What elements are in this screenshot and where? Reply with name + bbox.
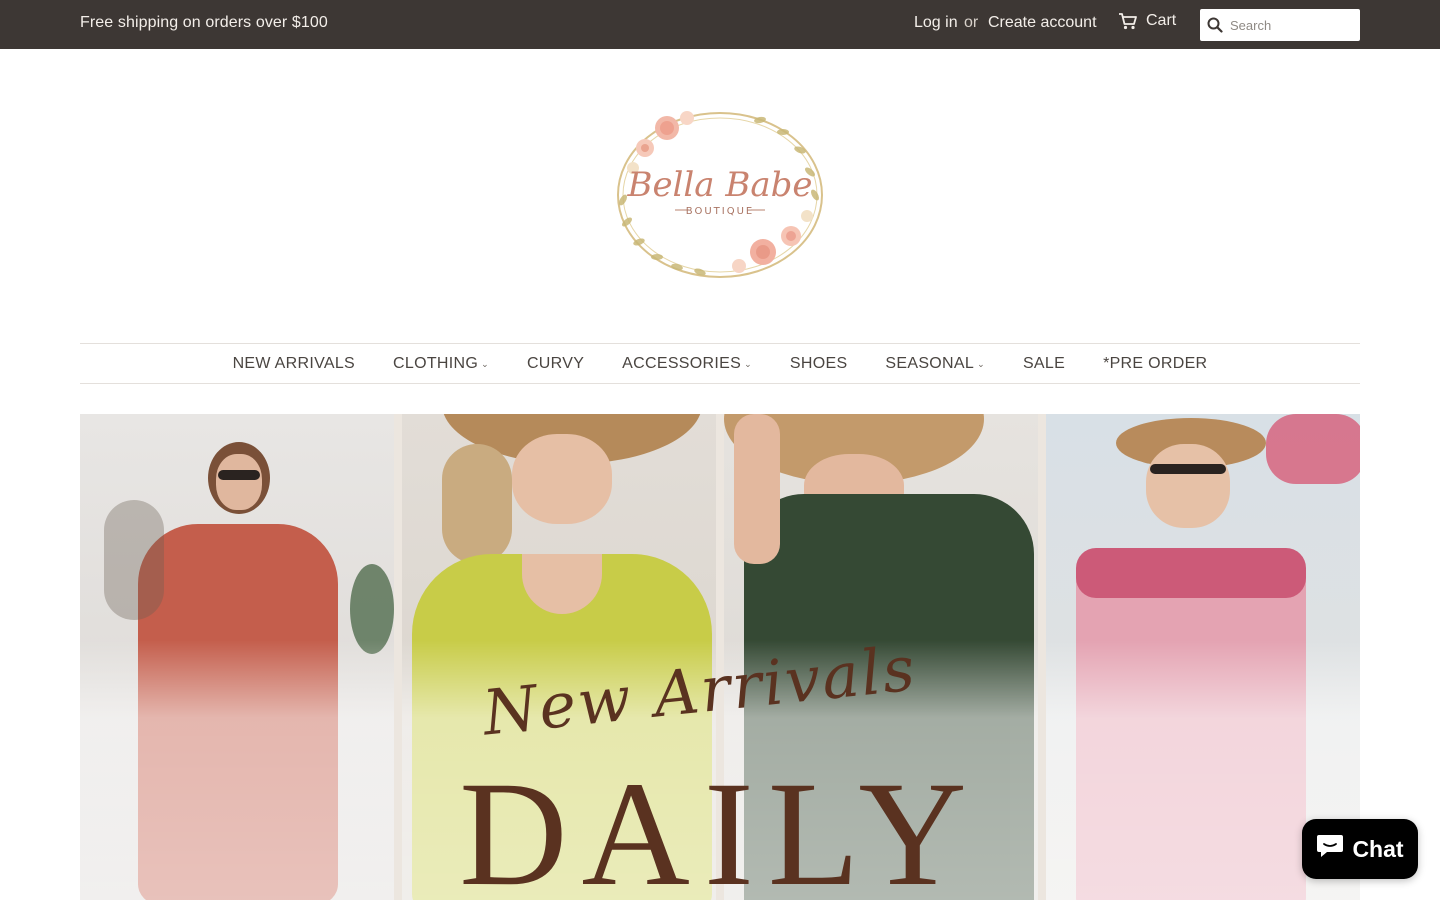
cart-label: Cart (1146, 12, 1177, 29)
cart-link[interactable]: Cart (1118, 12, 1176, 30)
chevron-down-icon: ⌄ (481, 359, 489, 369)
nav-item-label: SHOES (789, 354, 848, 372)
chevron-down-icon: ⌄ (977, 359, 985, 369)
search-form (1200, 9, 1360, 41)
search-icon[interactable] (1200, 9, 1230, 41)
login-link[interactable]: Log in (914, 14, 958, 32)
chat-bubble-icon (1316, 833, 1344, 865)
create-account-link[interactable]: Create account (988, 14, 1097, 32)
nav-item-shoes[interactable]: SHOES (790, 355, 848, 373)
free-shipping-message: Free shipping on orders over $100 (80, 14, 328, 31)
nav-item-curvy[interactable]: CURVY (527, 355, 584, 373)
nav-item-label: CLOTHING (393, 354, 479, 372)
nav-item-label: *PRE ORDER (1103, 354, 1208, 372)
chevron-down-icon: ⌄ (744, 359, 752, 369)
logo-sub-text: BOUTIQUE (686, 206, 754, 217)
logo-brand-text: Bella Babe (626, 165, 812, 205)
chat-label: Chat (1352, 835, 1404, 862)
cart-icon (1118, 12, 1138, 30)
or-separator: or (964, 14, 979, 31)
hero-big-text: DAILY (459, 751, 981, 900)
nav-item-label: CURVY (526, 354, 585, 372)
hero-banner[interactable]: New Arrivals DAILY (80, 414, 1360, 900)
nav-item-sale[interactable]: SALE (1023, 355, 1065, 373)
nav-item-pre-order[interactable]: *PRE ORDER (1103, 355, 1207, 373)
announcement-bar: Free shipping on orders over $100 Log in… (0, 0, 1440, 49)
nav-item-clothing[interactable]: CLOTHING ⌄ (393, 355, 489, 373)
nav-item-label: ACCESSORIES (622, 354, 742, 372)
nav-item-label: SEASONAL (885, 354, 975, 372)
nav-item-label: SALE (1022, 354, 1066, 372)
nav-item-seasonal[interactable]: SEASONAL ⌄ (885, 355, 985, 373)
search-input[interactable] (1230, 10, 1356, 40)
nav-item-label: NEW ARRIVALS (232, 354, 356, 372)
nav-item-new-arrivals[interactable]: NEW ARRIVALS (233, 355, 355, 373)
main-navigation: NEW ARRIVALS CLOTHING ⌄ CURVY ACCESSORIE… (80, 343, 1360, 384)
nav-item-accessories[interactable]: ACCESSORIES ⌄ (622, 355, 752, 373)
store-logo[interactable]: Bella Babe BOUTIQUE (605, 100, 835, 290)
chat-button[interactable]: Chat (1302, 819, 1418, 879)
